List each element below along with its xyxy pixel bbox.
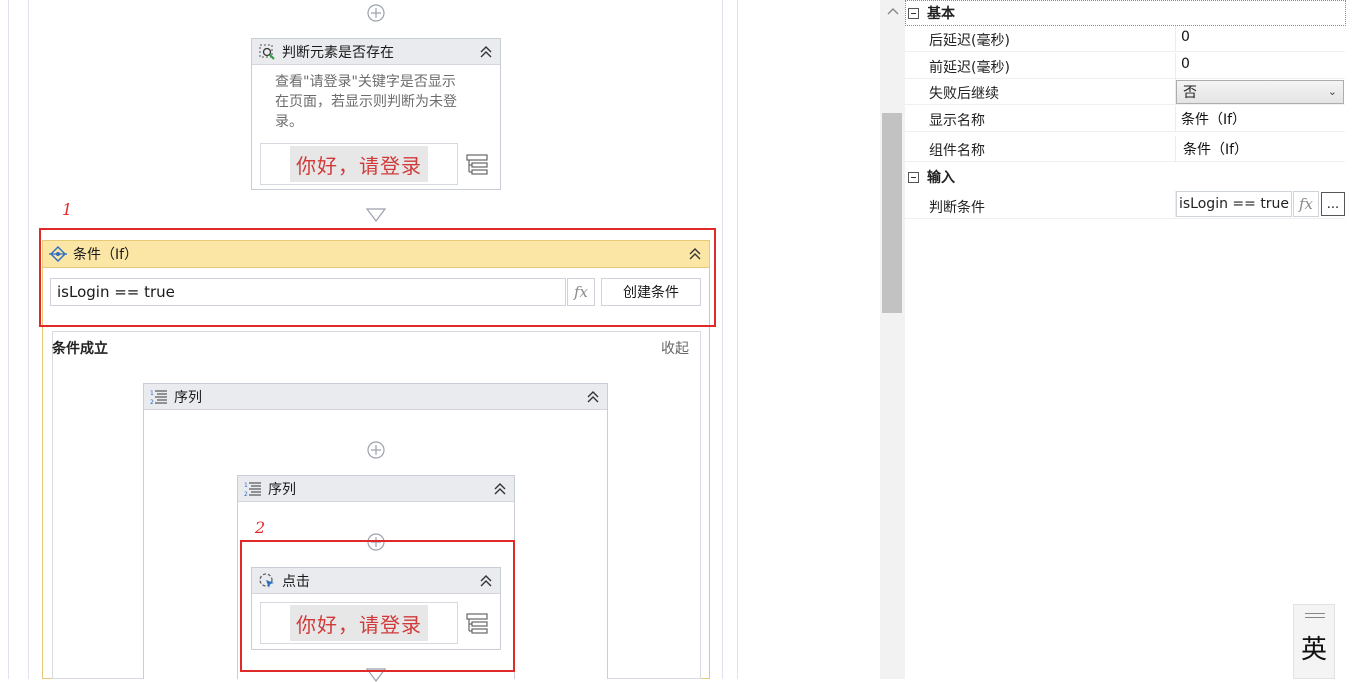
find-element-header[interactable]: 判断元素是否存在 xyxy=(252,39,500,65)
properties-scrollbar[interactable] xyxy=(880,0,905,679)
svg-text:1: 1 xyxy=(150,390,154,397)
collapse-icon[interactable] xyxy=(585,389,601,405)
then-branch-label: 条件成立 xyxy=(52,341,108,357)
scrollbar-thumb[interactable] xyxy=(882,113,902,313)
property-value-input[interactable]: 0 xyxy=(1181,29,1190,45)
collapse-link[interactable]: 收起 xyxy=(661,338,689,358)
property-value-input[interactable]: 条件（If） xyxy=(1181,109,1246,129)
more-options-button[interactable]: ... xyxy=(1321,192,1345,216)
property-name: 失败后继续 xyxy=(929,86,999,102)
outer-sequence-header[interactable]: 1 2 序列 xyxy=(144,384,607,410)
property-divider xyxy=(1175,106,1176,132)
property-row[interactable]: 组件名称 条件（If） xyxy=(905,136,1345,162)
property-row[interactable]: 显示名称 条件（If） xyxy=(905,106,1345,132)
collapse-toggle-icon[interactable] xyxy=(908,171,919,183)
ime-indicator[interactable]: 英 xyxy=(1293,604,1335,679)
category-label: 输入 xyxy=(927,170,955,186)
drag-handle-icon[interactable] xyxy=(1305,613,1325,614)
add-activity-icon[interactable] xyxy=(366,440,386,460)
canvas-border-line xyxy=(8,0,9,679)
ime-language-label: 英 xyxy=(1301,635,1328,665)
property-row[interactable]: 后延迟(毫秒) 0 xyxy=(905,26,1345,52)
svg-text:1: 1 xyxy=(244,482,248,489)
property-value: 条件（If） xyxy=(1183,142,1249,158)
find-element-icon xyxy=(259,44,275,60)
drag-handle-icon[interactable] xyxy=(1305,617,1325,618)
collapse-icon[interactable] xyxy=(478,44,494,60)
sequence-icon: 1 2 xyxy=(244,482,261,498)
property-name: 显示名称 xyxy=(929,113,985,129)
sequence-icon: 1 2 xyxy=(150,390,167,406)
annotation-marker-2: 2 xyxy=(255,518,266,537)
property-name: 组件名称 xyxy=(929,143,985,159)
category-input[interactable]: 输入 xyxy=(905,165,1345,189)
property-value-input[interactable]: 0 xyxy=(1181,56,1190,72)
description-line: 在页面，若显示则判断为未登 xyxy=(275,94,457,110)
scroll-up-arrow-icon[interactable] xyxy=(886,6,900,16)
highlight-box xyxy=(39,228,716,327)
description-line: 录。 xyxy=(275,114,303,130)
collapse-icon[interactable] xyxy=(492,481,508,497)
element-tree-icon[interactable] xyxy=(466,153,490,177)
canvas-border-line xyxy=(28,0,29,679)
find-element-description: 查看"请登录"关键字是否显示 在页面，若显示则判断为未登 录。 xyxy=(275,72,457,132)
chevron-down-icon: ⌄ xyxy=(1327,85,1337,98)
inner-sequence-title: 序列 xyxy=(268,481,296,498)
continue-on-error-select[interactable]: 否 ⌄ xyxy=(1176,80,1344,104)
property-divider xyxy=(1175,26,1176,52)
find-element-title: 判断元素是否存在 xyxy=(282,44,394,61)
highlight-box xyxy=(240,540,515,672)
collapse-toggle-icon[interactable] xyxy=(908,7,919,19)
description-line: 查看"请登录"关键字是否显示 xyxy=(275,74,456,90)
element-preview-image: 你好，请登录 xyxy=(290,146,428,182)
canvas-border-line xyxy=(737,0,738,679)
svg-text:2: 2 xyxy=(150,399,154,406)
add-activity-icon[interactable] xyxy=(366,3,386,23)
outer-sequence-title: 序列 xyxy=(174,389,202,406)
category-label: 基本 xyxy=(927,6,955,22)
property-divider xyxy=(1175,53,1176,79)
property-name: 前延迟(毫秒) xyxy=(929,60,1010,76)
inner-sequence-header[interactable]: 1 2 序列 xyxy=(238,476,514,502)
select-value: 否 xyxy=(1183,85,1197,101)
condition-property-input[interactable]: isLogin == true xyxy=(1176,191,1292,217)
property-divider xyxy=(1175,136,1176,162)
svg-text:2: 2 xyxy=(244,491,248,498)
annotation-marker-1: 1 xyxy=(62,200,73,219)
property-row[interactable]: 前延迟(毫秒) 0 xyxy=(905,53,1345,79)
category-basic[interactable]: 基本 xyxy=(905,1,1345,25)
canvas-border-line xyxy=(722,0,723,679)
property-name: 判断条件 xyxy=(929,200,985,216)
fx-button[interactable]: fx xyxy=(1293,191,1319,217)
property-name: 后延迟(毫秒) xyxy=(929,33,1010,49)
flow-arrow-icon xyxy=(366,208,386,222)
